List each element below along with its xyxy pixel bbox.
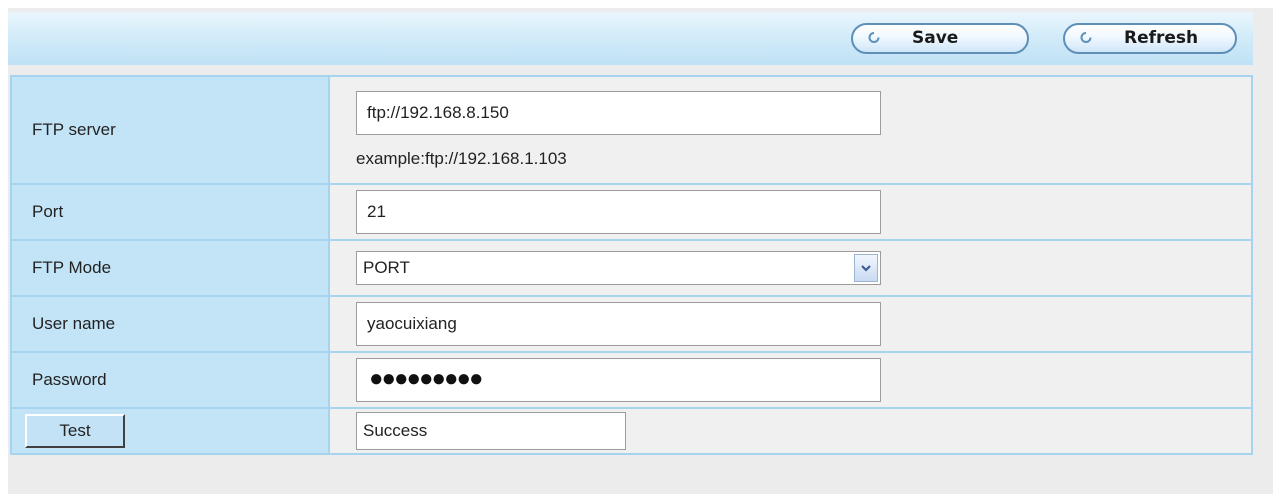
- ftp-server-label: FTP server: [10, 75, 330, 185]
- test-row: Test Success: [10, 407, 1253, 455]
- ftp-settings-table: FTP server example:ftp://192.168.1.103 P…: [10, 75, 1253, 455]
- ftp-server-row: FTP server example:ftp://192.168.1.103: [10, 75, 1253, 185]
- refresh-icon: [1080, 32, 1092, 43]
- port-row: Port: [10, 183, 1253, 241]
- ftp-server-input[interactable]: [356, 91, 881, 135]
- ftp-mode-selected-value: PORT: [363, 258, 410, 277]
- save-button-label: Save: [912, 28, 959, 48]
- password-input[interactable]: ●●●●●●●●●: [356, 358, 881, 402]
- test-button-cell: Test: [10, 407, 330, 455]
- user-name-row: User name: [10, 295, 1253, 353]
- user-name-cell: [328, 295, 1253, 353]
- test-result-field: Success: [356, 412, 626, 450]
- ftp-mode-cell: PORT: [328, 239, 1253, 297]
- ftp-server-cell: example:ftp://192.168.1.103: [328, 75, 1253, 185]
- ftp-server-example: example:ftp://192.168.1.103: [356, 149, 567, 168]
- refresh-button[interactable]: Refresh: [1063, 23, 1237, 54]
- chevron-down-icon: [861, 265, 871, 272]
- refresh-button-label: Refresh: [1124, 28, 1199, 48]
- ftp-mode-select[interactable]: PORT: [356, 251, 881, 285]
- toolbar: Save Refresh: [8, 12, 1253, 65]
- ftp-mode-row: FTP Mode PORT: [10, 239, 1253, 297]
- ftp-mode-label: FTP Mode: [10, 239, 330, 297]
- password-row: Password ●●●●●●●●●: [10, 351, 1253, 409]
- dropdown-arrow[interactable]: [854, 254, 878, 282]
- password-label: Password: [10, 351, 330, 409]
- port-input[interactable]: [356, 190, 881, 234]
- password-cell: ●●●●●●●●●: [328, 351, 1253, 409]
- save-button[interactable]: Save: [851, 23, 1029, 54]
- refresh-icon: [868, 32, 880, 43]
- port-cell: [328, 183, 1253, 241]
- test-button[interactable]: Test: [25, 414, 125, 448]
- user-name-label: User name: [10, 295, 330, 353]
- port-label: Port: [10, 183, 330, 241]
- test-result-cell: Success: [328, 407, 1253, 455]
- user-name-input[interactable]: [356, 302, 881, 346]
